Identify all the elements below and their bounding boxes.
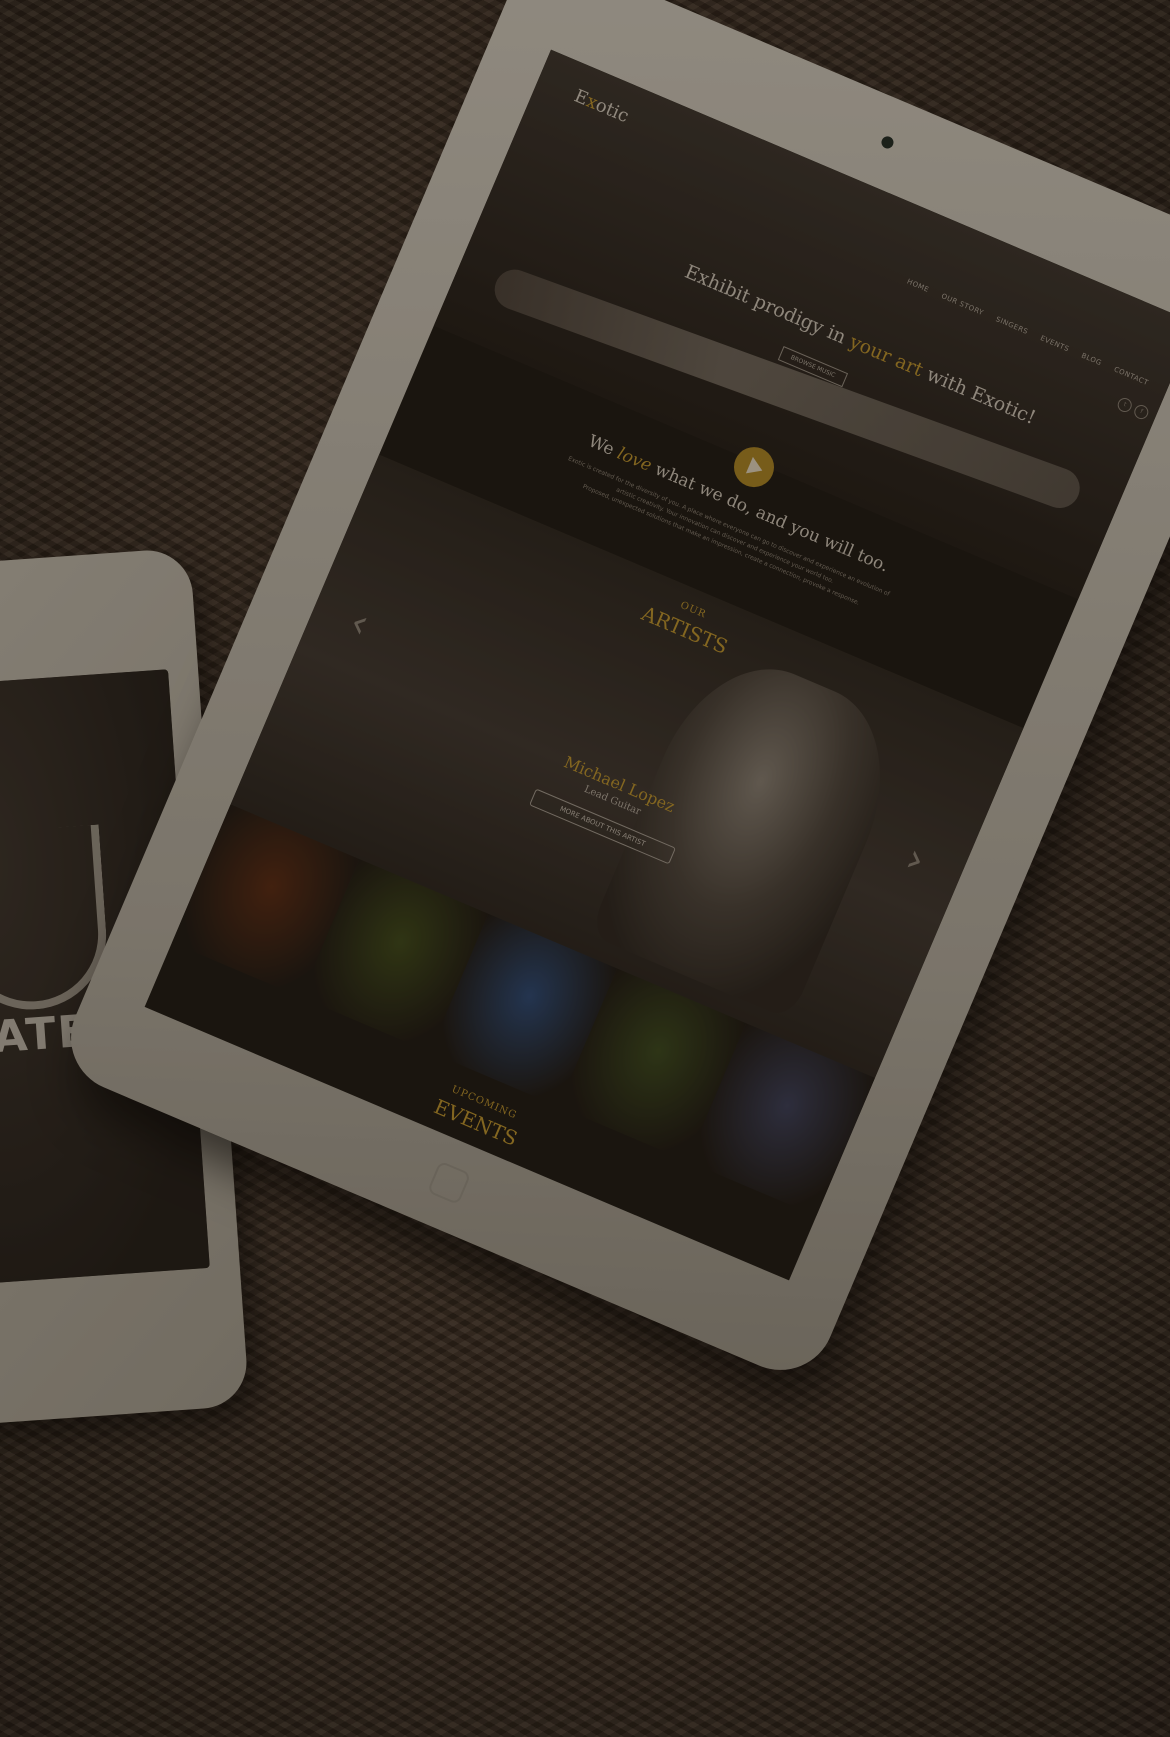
nav-item-events[interactable]: EVENTS [1039,334,1070,353]
nav-item-blog[interactable]: BLOG [1080,352,1103,368]
facebook-icon[interactable]: f [1132,402,1151,422]
nav-item-home[interactable]: HOME [906,278,931,294]
nav-item-contact[interactable]: CONTACT [1113,365,1150,387]
twitter-icon[interactable]: t [1115,395,1134,415]
hero-title-accent: your art [846,330,927,382]
site-logo[interactable]: Exotic [571,85,632,127]
logo-suffix: otic [592,94,632,128]
hero-title-part-a: Exhibit prodigy in [681,260,855,351]
social-links: t f [1115,395,1151,422]
nav-item-singers[interactable]: SINGERS [995,315,1030,336]
home-button [426,1160,472,1206]
hero-title-part-b: with Exotic! [917,360,1039,430]
nav-item-our-story[interactable]: OUR STORY [940,292,985,317]
camera-icon [879,134,896,151]
